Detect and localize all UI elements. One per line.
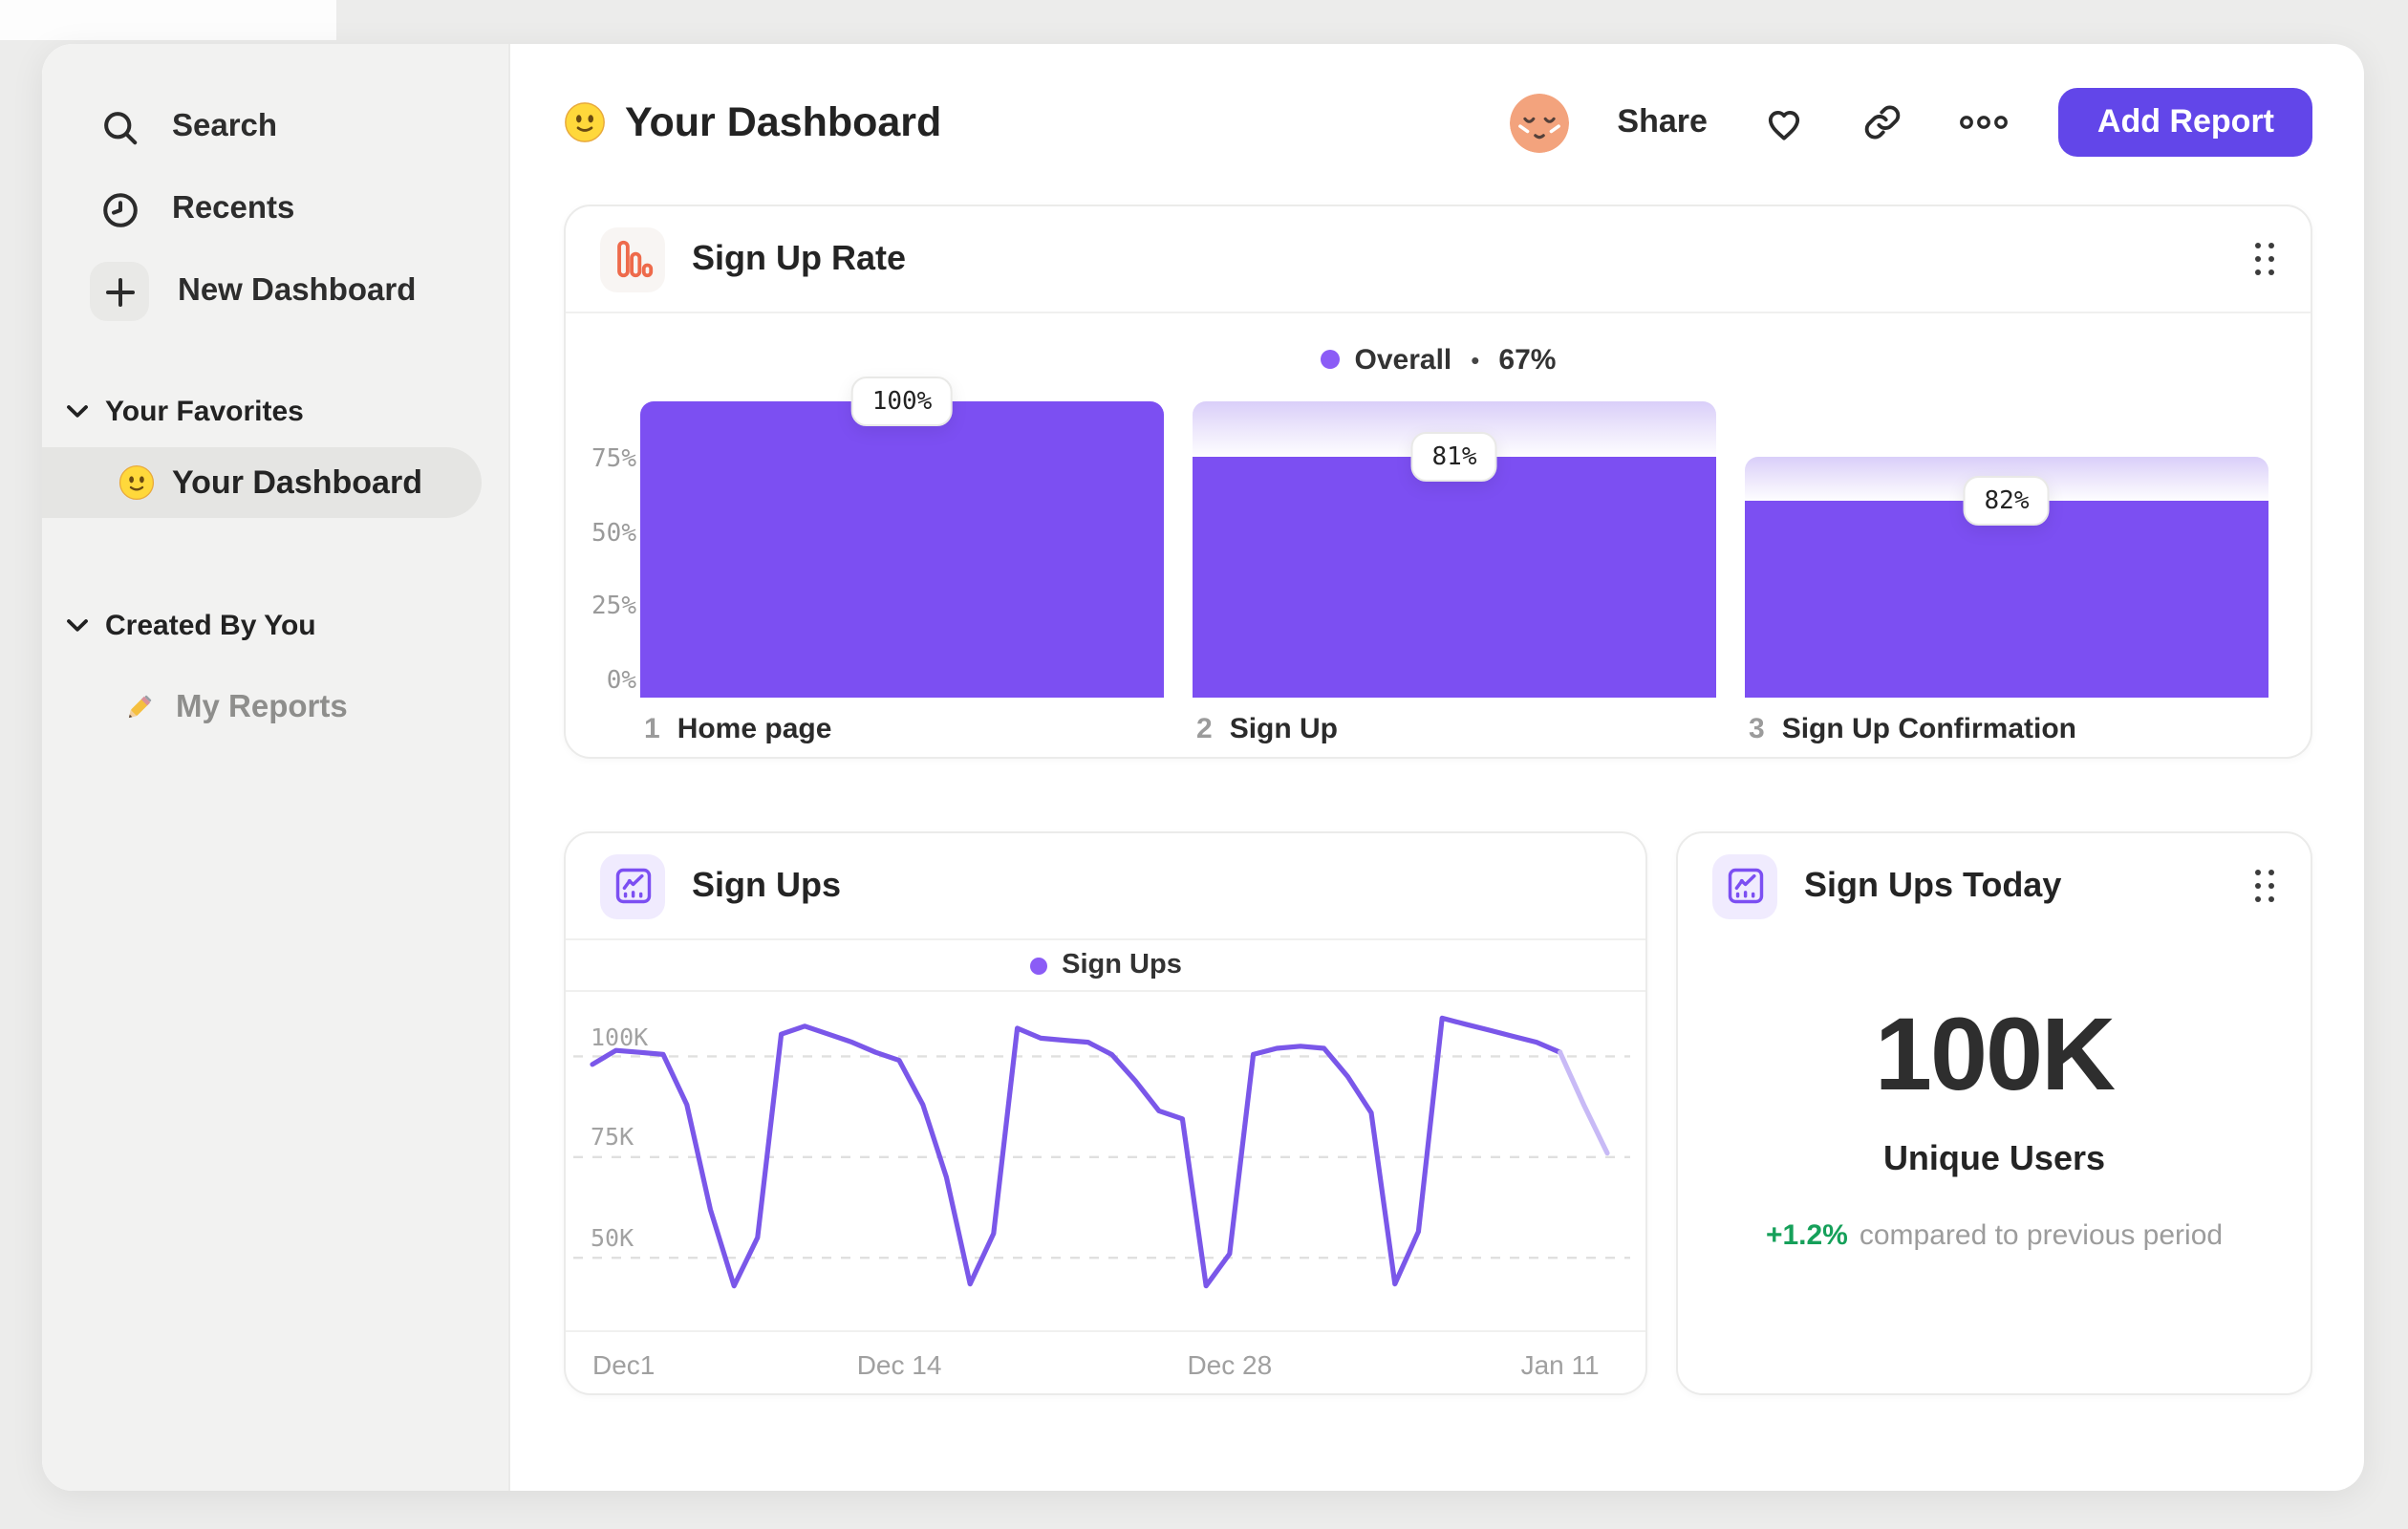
funnel-step-sign-up[interactable]: 81% 2 Sign Up <box>1193 401 1716 745</box>
funnel-bars: 100% 1 Home page 81% 2 Sign Up 82% 3 Sig… <box>640 377 2268 745</box>
funnel-bar <box>1745 501 2268 698</box>
pencil-emoji <box>128 695 152 719</box>
funnel-legend: Overall • 67% <box>566 317 2311 401</box>
drag-handle-icon[interactable] <box>2255 869 2276 903</box>
sidebar-item-new-dashboard[interactable]: New Dashboard <box>42 250 508 333</box>
smiley-emoji <box>118 464 155 501</box>
funnel-chart: 75% 50% 25% 0% 100% 1 Home page 81% 2 Si… <box>566 377 2311 745</box>
copy-link-icon[interactable] <box>1862 101 1904 143</box>
sidebar-item-label: Search <box>172 109 278 143</box>
funnel-chart-icon <box>600 226 665 291</box>
background-window-edge <box>0 0 336 40</box>
share-button[interactable]: Share <box>1617 103 1708 141</box>
funnel-value-badge: 82% <box>1963 476 2051 527</box>
sign-ups-card-header: Sign Ups <box>566 833 1645 940</box>
sidebar-item-label: My Reports <box>176 689 348 723</box>
more-options-icon[interactable] <box>1960 113 2010 132</box>
legend-dot <box>1320 350 1340 369</box>
funnel-value-badge: 81% <box>1410 432 1498 483</box>
section-your-favorites[interactable]: Your Favorites <box>42 388 508 434</box>
avatar[interactable] <box>1510 93 1570 152</box>
line-legend: Sign Ups <box>566 940 1645 992</box>
kpi-subtitle: Unique Users <box>1882 1139 2106 1177</box>
funnel-y-tick: 50% <box>591 519 636 548</box>
funnel-y-tick: 25% <box>591 592 636 622</box>
funnel-bar <box>1193 457 1716 698</box>
sidebar-item-label: Your Dashboard <box>172 463 422 500</box>
funnel-y-axis: 75% 50% 25% 0% <box>577 401 640 698</box>
sidebar-item-recents[interactable]: Recents <box>42 168 508 250</box>
sign-ups-card: Sign Ups Sign Ups 100K 75K 50K Dec1 Dec 14 D… <box>564 831 1647 1395</box>
search-icon <box>97 104 143 150</box>
sign-up-rate-card-header: Sign Up Rate <box>566 206 2311 313</box>
funnel-step-label: 2 Sign Up <box>1196 713 1339 745</box>
smiley-emoji <box>565 102 605 142</box>
funnel-step-label: 3 Sign Up Confirmation <box>1749 713 2076 745</box>
funnel-y-tick: 0% <box>606 667 636 696</box>
line-y-tick: 50K <box>591 1223 634 1253</box>
chevron-down-icon <box>67 618 88 631</box>
line-chart-icon <box>600 853 665 918</box>
kpi-value: 100K <box>1874 998 2116 1112</box>
chevron-down-icon <box>67 404 88 417</box>
legend-value: 67% <box>1498 343 1557 376</box>
add-report-button[interactable]: Add Report <box>2058 88 2312 157</box>
line-y-tick: 75K <box>591 1122 634 1152</box>
card-title: Sign Up Rate <box>692 239 907 277</box>
legend-dot <box>1029 957 1047 974</box>
drag-handle-icon[interactable] <box>2255 242 2276 276</box>
main-content: Your Dashboard Share Add Report Sign Up … <box>510 44 2364 1491</box>
app-window: Search Recents New Dashboard Your Favori… <box>42 44 2364 1491</box>
line-x-tick: Jan 11 <box>1520 1349 1600 1380</box>
header-actions: Share Add Report <box>1510 88 2312 157</box>
funnel-value-badge: 100% <box>850 377 954 426</box>
screen: Search Recents New Dashboard Your Favori… <box>0 0 2408 1529</box>
sidebar-item-label: New Dashboard <box>178 273 417 308</box>
clock-icon <box>97 186 143 232</box>
sidebar-item-label: Recents <box>172 191 295 226</box>
funnel-y-tick: 75% <box>591 444 636 474</box>
page-header: Your Dashboard Share Add Report <box>564 78 2312 166</box>
favorite-heart-icon[interactable] <box>1763 100 1807 144</box>
line-y-tick: 100K <box>591 1022 649 1051</box>
plus-icon <box>90 262 149 321</box>
funnel-bar <box>640 401 1164 698</box>
funnel-step-label: 1 Home page <box>644 713 832 745</box>
section-created-by-you[interactable]: Created By You <box>42 602 508 648</box>
line-chart-icon <box>1712 853 1777 918</box>
page-title: Your Dashboard <box>564 98 941 146</box>
sidebar-item-my-reports[interactable]: My Reports <box>42 688 508 726</box>
sidebar-item-your-dashboard-selected[interactable]: Your Dashboard <box>42 447 482 518</box>
sign-ups-line-chart[interactable]: 100K 75K 50K <box>566 992 1645 1332</box>
card-title: Sign Ups Today <box>1804 866 2062 904</box>
sign-ups-today-card-header: Sign Ups Today <box>1678 833 2311 938</box>
kpi-delta: +1.2% compared to previous period <box>1765 1219 2224 1252</box>
line-x-tick: Dec 14 <box>856 1349 942 1380</box>
card-title: Sign Ups <box>692 866 842 904</box>
line-x-tick: Dec 28 <box>1187 1349 1273 1380</box>
line-x-axis: Dec1 Dec 14 Dec 28 Jan 11 <box>566 1332 1645 1401</box>
funnel-step-sign-up-confirmation[interactable]: 82% 3 Sign Up Confirmation <box>1745 401 2268 745</box>
sidebar-item-search[interactable]: Search <box>42 86 508 168</box>
funnel-step-home-page[interactable]: 100% 1 Home page <box>640 377 1164 745</box>
sidebar: Search Recents New Dashboard Your Favori… <box>42 44 510 1491</box>
line-x-tick: Dec1 <box>592 1349 656 1380</box>
sign-up-rate-card: Sign Up Rate Overall • 67% 75% 50% 25% 0% <box>564 205 2312 759</box>
sign-ups-today-card: Sign Ups Today 100K Unique Users +1.2% co… <box>1676 831 2312 1395</box>
